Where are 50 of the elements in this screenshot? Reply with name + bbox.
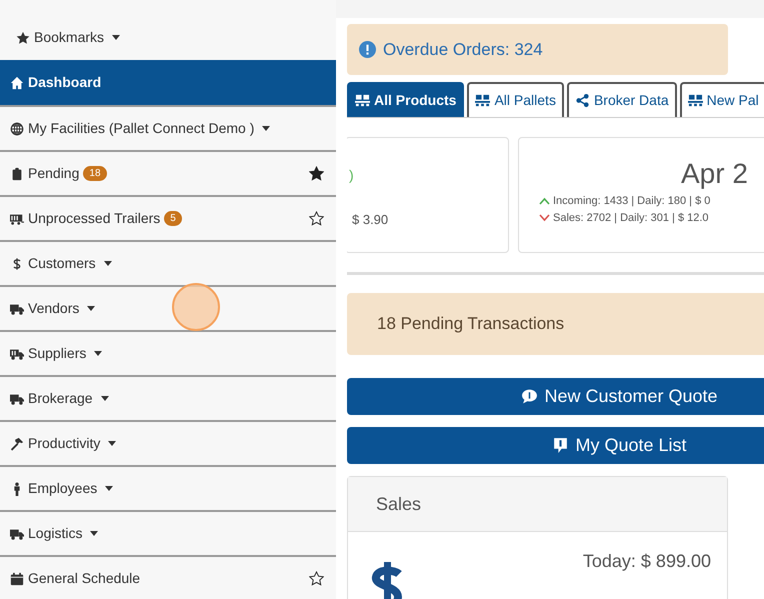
clipboard-icon — [10, 166, 24, 180]
share-icon — [574, 93, 590, 108]
info-icon — [359, 41, 376, 58]
star-icon[interactable] — [309, 211, 324, 226]
incoming-text: Incoming: 1433 | Daily: 180 | $ 0 — [553, 194, 710, 209]
sidebar-item[interactable]: Customers — [0, 240, 336, 285]
sidebar-item[interactable]: General Schedule — [0, 555, 336, 599]
truck-icon — [10, 346, 24, 360]
sidebar-item[interactable]: Bookmarks — [0, 15, 336, 60]
home-icon — [10, 76, 24, 90]
star-icon[interactable] — [309, 166, 324, 181]
card-text: ) — [349, 166, 354, 185]
tab[interactable]: All Pallets — [467, 82, 564, 117]
today-text: Today: $ 899.00 — [582, 550, 711, 573]
tab[interactable]: Broker Data — [566, 82, 677, 117]
calendar-icon — [10, 572, 24, 586]
sidebar-item[interactable]: Productivity — [0, 420, 336, 465]
sidebar-item[interactable]: Logistics — [0, 510, 336, 555]
sidebar-item[interactable]: Dashboard — [0, 60, 336, 105]
count-badge: 5 — [164, 211, 182, 226]
action-button[interactable]: My Quote List — [347, 427, 764, 464]
tab[interactable]: All Products — [347, 82, 464, 117]
truck-icon — [10, 526, 24, 540]
sidebar-item[interactable]: Pending 18 — [0, 150, 336, 195]
pending-text: 18 Pending Transactions — [377, 313, 564, 336]
action-button[interactable]: New Customer Quote — [347, 378, 764, 415]
pallet-icon — [688, 93, 703, 108]
truck-icon — [10, 302, 24, 316]
sidebar-item[interactable]: Suppliers — [0, 330, 336, 375]
sales-text: Sales: 2702 | Daily: 301 | $ 12.0 — [553, 210, 709, 226]
globe-icon — [10, 122, 24, 136]
count-badge: 18 — [83, 166, 107, 181]
star-icon — [16, 30, 30, 44]
sidebar-item[interactable]: Brokerage — [0, 375, 336, 420]
trailer-icon — [10, 212, 24, 226]
star-icon[interactable] — [309, 571, 324, 586]
hammer-icon — [10, 436, 24, 450]
card-text: $ 3.90 — [351, 211, 388, 229]
pallet-icon — [475, 93, 490, 108]
panel-title: Sales — [376, 492, 422, 516]
sidebar-item[interactable]: Employees — [0, 465, 336, 510]
alert-text: Overdue Orders: 324 — [383, 38, 543, 61]
sidebar-item[interactable]: Unprocessed Trailers 5 — [0, 195, 336, 240]
date-title: Apr 2 — [681, 158, 748, 190]
sidebar-item[interactable]: My Facilities (Pallet Connect Demo ) — [0, 105, 336, 150]
pallet-icon — [355, 93, 370, 108]
chat-dollar-icon — [521, 388, 538, 405]
quote-list-icon — [552, 437, 570, 454]
tab[interactable]: New Pal — [680, 82, 764, 117]
truck-icon — [10, 392, 24, 406]
